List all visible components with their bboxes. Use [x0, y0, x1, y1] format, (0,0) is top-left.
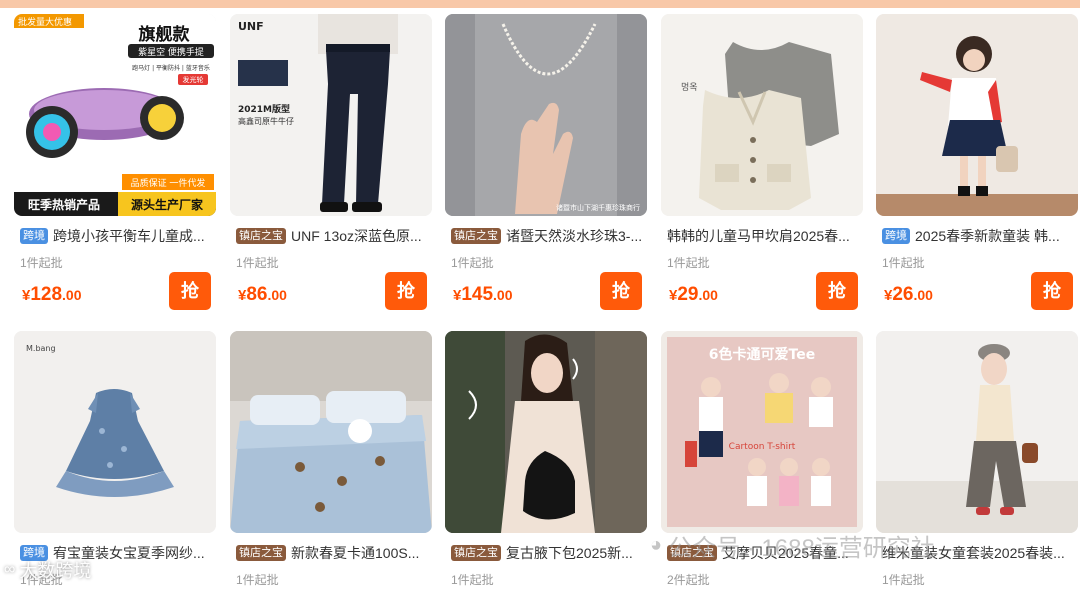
min-order-quantity: 1件起批	[236, 256, 279, 270]
grab-button[interactable]: 抢	[385, 272, 427, 310]
product-price: ¥86.00	[238, 284, 287, 305]
min-order-quantity: 1件起批	[882, 573, 925, 587]
watermark-left: ∞ 大数跨境	[4, 557, 91, 583]
svg-text:跑马灯 | 平衡防抖 | 蓝牙音乐: 跑马灯 | 平衡防抖 | 蓝牙音乐	[132, 64, 210, 72]
svg-text:源头生产厂家: 源头生产厂家	[131, 197, 204, 212]
svg-text:UNF: UNF	[238, 20, 264, 33]
watermark-right-text: 公众号 · 1688运营研究社	[668, 535, 935, 562]
svg-text:6色卡通可爱Tee: 6色卡通可爱Tee	[709, 346, 815, 363]
product-title-row[interactable]: 跨境 2025春季新款童装 韩...	[882, 226, 1078, 246]
product-title-row[interactable]: 跨境 跨境小孩平衡车儿童成...	[20, 226, 216, 246]
svg-text:品质保证 一件代发: 品质保证 一件代发	[131, 177, 206, 189]
min-order-quantity: 1件起批	[667, 256, 710, 270]
product-image[interactable]	[876, 14, 1078, 216]
product-title[interactable]: 跨境小孩平衡车儿童成...	[53, 226, 205, 246]
svg-text:诸暨市山下湖千惠珍珠商行: 诸暨市山下湖千惠珍珠商行	[556, 203, 640, 212]
store-treasure-badge: 镇店之宝	[451, 228, 501, 244]
product-title-row[interactable]: 镇店之宝 新款春夏卡通100S...	[236, 543, 432, 563]
product-price: ¥128.00	[22, 284, 82, 305]
min-order-quantity: 1件起批	[20, 256, 63, 270]
watermark-right: ◕ 公众号 · 1688运营研究社	[650, 528, 935, 563]
product-price: ¥26.00	[884, 284, 933, 305]
grab-button[interactable]: 抢	[600, 272, 642, 310]
svg-text:2021M版型: 2021M版型	[238, 103, 290, 115]
grab-button[interactable]: 抢	[816, 272, 858, 310]
svg-text:紫星空 便携手提: 紫星空 便携手提	[138, 46, 204, 58]
product-image[interactable]: M.bang	[14, 331, 216, 533]
product-title-row[interactable]: 韩韩的儿童马甲坎肩2025春...	[667, 226, 863, 246]
product-image[interactable]: 批发量大优惠 旗舰款 紫星空 便携手提 跑马灯 | 平衡防抖 | 蓝牙音乐 发光…	[14, 14, 216, 216]
grab-button[interactable]: 抢	[1031, 272, 1073, 310]
svg-text:Cartoon T-shirt: Cartoon T-shirt	[729, 442, 796, 452]
product-image[interactable]	[445, 331, 647, 533]
product-image[interactable]	[230, 331, 432, 533]
min-order-quantity: 1件起批	[451, 256, 494, 270]
product-image[interactable]: 6色卡通可爱Tee Cartoon T-shirt	[661, 331, 863, 533]
min-order-quantity: 1件起批	[236, 573, 279, 587]
store-treasure-badge: 镇店之宝	[236, 545, 286, 561]
product-title-row[interactable]: 镇店之宝 复古腋下包2025新...	[451, 543, 647, 563]
grab-button[interactable]: 抢	[169, 272, 211, 310]
product-image[interactable]: UNF 2021M版型 高鑫司原牛牛仔	[230, 14, 432, 216]
product-title[interactable]: 诸暨天然淡水珍珠3-...	[506, 226, 642, 246]
cross-border-badge: 跨境	[882, 228, 910, 244]
svg-text:发光轮: 发光轮	[183, 75, 204, 84]
svg-text:멍옥: 멍옥	[681, 82, 698, 93]
product-image[interactable]: 诸暨市山下湖千惠珍珠商行	[445, 14, 647, 216]
min-order-quantity: 1件起批	[451, 573, 494, 587]
store-treasure-badge: 镇店之宝	[236, 228, 286, 244]
product-image[interactable]	[876, 331, 1078, 533]
svg-text:M.bang: M.bang	[26, 344, 56, 353]
cross-border-badge: 跨境	[20, 228, 48, 244]
top-accent-bar	[0, 0, 1080, 8]
watermark-left-text: 大数跨境	[19, 561, 92, 581]
product-title[interactable]: 新款春夏卡通100S...	[291, 543, 419, 563]
product-title[interactable]: 复古腋下包2025新...	[506, 543, 633, 563]
svg-text:旺季热销产品: 旺季热销产品	[28, 197, 100, 212]
product-price: ¥29.00	[669, 284, 718, 305]
image-tag-text: 批发量大优惠	[18, 16, 72, 28]
product-title[interactable]: UNF 13oz深蓝色原...	[291, 226, 422, 246]
svg-text:高鑫司原牛牛仔: 高鑫司原牛牛仔	[238, 116, 294, 126]
product-title[interactable]: 韩韩的儿童马甲坎肩2025春...	[667, 226, 850, 246]
product-image[interactable]: 멍옥	[661, 14, 863, 216]
link-icon: ∞	[4, 561, 16, 578]
product-price: ¥145.00	[453, 284, 513, 305]
min-order-quantity: 1件起批	[882, 256, 925, 270]
wechat-icon: ◕	[650, 534, 663, 556]
svg-text:旗舰款: 旗舰款	[139, 24, 191, 45]
product-title-row[interactable]: 镇店之宝 诸暨天然淡水珍珠3-...	[451, 226, 647, 246]
min-order-quantity: 2件起批	[667, 573, 710, 587]
store-treasure-badge: 镇店之宝	[451, 545, 501, 561]
product-title-row[interactable]: 镇店之宝 UNF 13oz深蓝色原...	[236, 226, 432, 246]
product-title[interactable]: 2025春季新款童装 韩...	[915, 226, 1060, 246]
